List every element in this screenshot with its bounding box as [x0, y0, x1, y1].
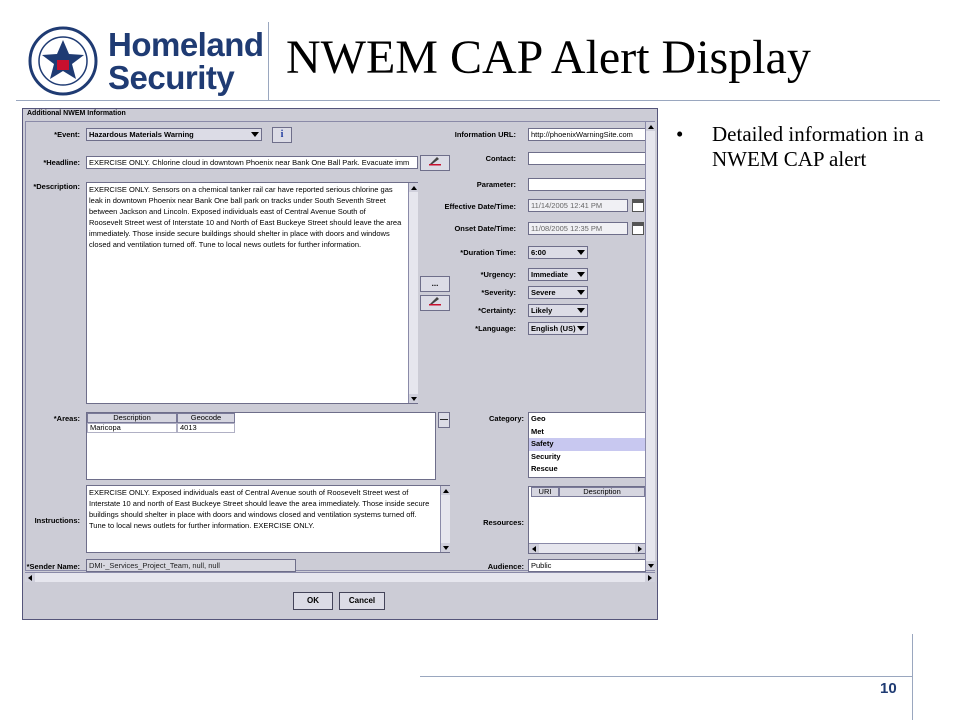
- dhs-logo: Homeland Security: [28, 26, 264, 96]
- areas-table[interactable]: Description Geocode Maricopa 4013: [86, 412, 436, 480]
- scroll-arrow-icon: [648, 125, 654, 129]
- resources-col-uri[interactable]: URI: [531, 487, 559, 497]
- ok-button[interactable]: OK: [293, 592, 333, 610]
- nwem-info-dialog: Additional NWEM Information *Event: Haza…: [22, 108, 658, 620]
- language-select[interactable]: English (US): [528, 322, 588, 335]
- info-icon[interactable]: i: [272, 127, 292, 143]
- urgency-select[interactable]: Immediate: [528, 268, 588, 281]
- resources-hscrollbar[interactable]: [529, 543, 645, 553]
- footer-divider-vertical: [912, 634, 913, 720]
- headline-field[interactable]: EXERCISE ONLY. Chlorine cloud in downtow…: [86, 156, 418, 169]
- areas-label: *Areas:: [53, 414, 80, 423]
- language-label: *Language:: [475, 324, 516, 333]
- table-row-cell[interactable]: 4013: [177, 423, 235, 433]
- form-hscrollbar[interactable]: [25, 572, 655, 582]
- areas-col-geocode[interactable]: Geocode: [177, 413, 235, 423]
- cancel-button[interactable]: Cancel: [339, 592, 385, 610]
- scroll-arrow-icon: [411, 186, 417, 190]
- parameter-field[interactable]: [528, 178, 646, 191]
- severity-label: *Severity:: [481, 288, 516, 297]
- bullet-symbol: •: [676, 122, 684, 146]
- scroll-arrow-icon: [443, 489, 449, 493]
- header-divider-vertical: [268, 22, 269, 100]
- instructions-label: Instructions:: [34, 516, 80, 525]
- effective-date-field[interactable]: 11/14/2005 12:41 PM: [528, 199, 628, 212]
- duration-label: *Duration Time:: [460, 248, 516, 257]
- parameter-label: Parameter:: [476, 180, 516, 189]
- dhs-seal-icon: [28, 26, 98, 96]
- scroll-arrow-icon: [28, 575, 32, 581]
- event-label: *Event:: [54, 130, 80, 139]
- category-list[interactable]: Geo Met Safety Security Rescue: [528, 412, 646, 478]
- areas-col-description[interactable]: Description: [87, 413, 177, 423]
- scroll-arrow-icon: [638, 546, 642, 552]
- header-divider-horizontal: [16, 100, 940, 101]
- calendar-icon[interactable]: [632, 199, 644, 212]
- bullet-item: • Detailed information in a NWEM CAP ale…: [676, 122, 926, 172]
- description-textarea[interactable]: EXERCISE ONLY. Sensors on a chemical tan…: [86, 182, 418, 404]
- logo-wordmark: Homeland Security: [108, 26, 264, 96]
- scroll-arrow-icon: [648, 575, 652, 581]
- dropdown-arrow-icon: [577, 308, 585, 313]
- description-scrollbar[interactable]: [408, 183, 418, 403]
- sender-label: *Sender Name:: [26, 562, 80, 571]
- contact-field[interactable]: [528, 152, 646, 165]
- description-label: *Description:: [33, 182, 80, 191]
- calendar-icon[interactable]: [632, 222, 644, 235]
- dropdown-arrow-icon: [577, 250, 585, 255]
- slide-title: NWEM CAP Alert Display: [286, 31, 811, 84]
- effective-label: Effective Date/Time:: [444, 202, 516, 211]
- dropdown-arrow-icon: [251, 132, 259, 137]
- page-number: 10: [880, 680, 897, 697]
- audience-field[interactable]: Public: [528, 559, 646, 572]
- bullet-text: Detailed information in a NWEM CAP alert: [712, 122, 924, 171]
- urgency-label: *Urgency:: [480, 270, 516, 279]
- sender-field[interactable]: DMI-_Services_Project_Team, null, null: [86, 559, 296, 572]
- dialog-form-panel: *Event: Hazardous Materials Warning i *H…: [25, 121, 655, 572]
- resources-col-description[interactable]: Description: [559, 487, 645, 497]
- list-item[interactable]: Rescue: [529, 463, 645, 476]
- list-item[interactable]: Met: [529, 426, 645, 439]
- event-select[interactable]: Hazardous Materials Warning: [86, 128, 262, 141]
- form-scrollbar[interactable]: [645, 122, 655, 570]
- instructions-textarea[interactable]: EXERCISE ONLY. Exposed individuals east …: [86, 485, 450, 553]
- scroll-arrow-icon: [411, 397, 417, 401]
- list-item[interactable]: Geo: [529, 413, 645, 426]
- scroll-arrow-icon: [648, 564, 654, 568]
- dialog-title: Additional NWEM Information: [23, 109, 657, 119]
- headline-label: *Headline:: [43, 158, 80, 167]
- information-url-field[interactable]: http://phoenixWarningSite.com: [528, 128, 646, 141]
- dropdown-arrow-icon: [577, 326, 585, 331]
- onset-date-field[interactable]: 11/08/2005 12:35 PM: [528, 222, 628, 235]
- list-item[interactable]: Security: [529, 451, 645, 464]
- scroll-arrow-icon: [532, 546, 536, 552]
- table-row-cell[interactable]: Maricopa: [87, 423, 177, 433]
- category-label: Category:: [488, 414, 524, 423]
- list-item[interactable]: Safety: [529, 438, 645, 451]
- contact-label: Contact:: [485, 154, 516, 163]
- onset-label: Onset Date/Time:: [454, 224, 516, 233]
- certainty-select[interactable]: Likely: [528, 304, 588, 317]
- resources-label: Resources:: [483, 518, 524, 527]
- dropdown-arrow-icon: [577, 290, 585, 295]
- duration-select[interactable]: 6:00: [528, 246, 588, 259]
- footer-divider-horizontal: [420, 676, 912, 677]
- severity-select[interactable]: Severe: [528, 286, 588, 299]
- dropdown-arrow-icon: [577, 272, 585, 277]
- scroll-arrow-icon: [443, 546, 449, 550]
- bullet-list: • Detailed information in a NWEM CAP ale…: [676, 122, 926, 172]
- edit-pencil-icon: [429, 297, 441, 306]
- audience-label: Audience:: [487, 562, 524, 571]
- information-url-label: Information URL:: [454, 130, 516, 139]
- certainty-label: *Certainty:: [478, 306, 516, 315]
- resources-table[interactable]: URI Description: [528, 486, 646, 554]
